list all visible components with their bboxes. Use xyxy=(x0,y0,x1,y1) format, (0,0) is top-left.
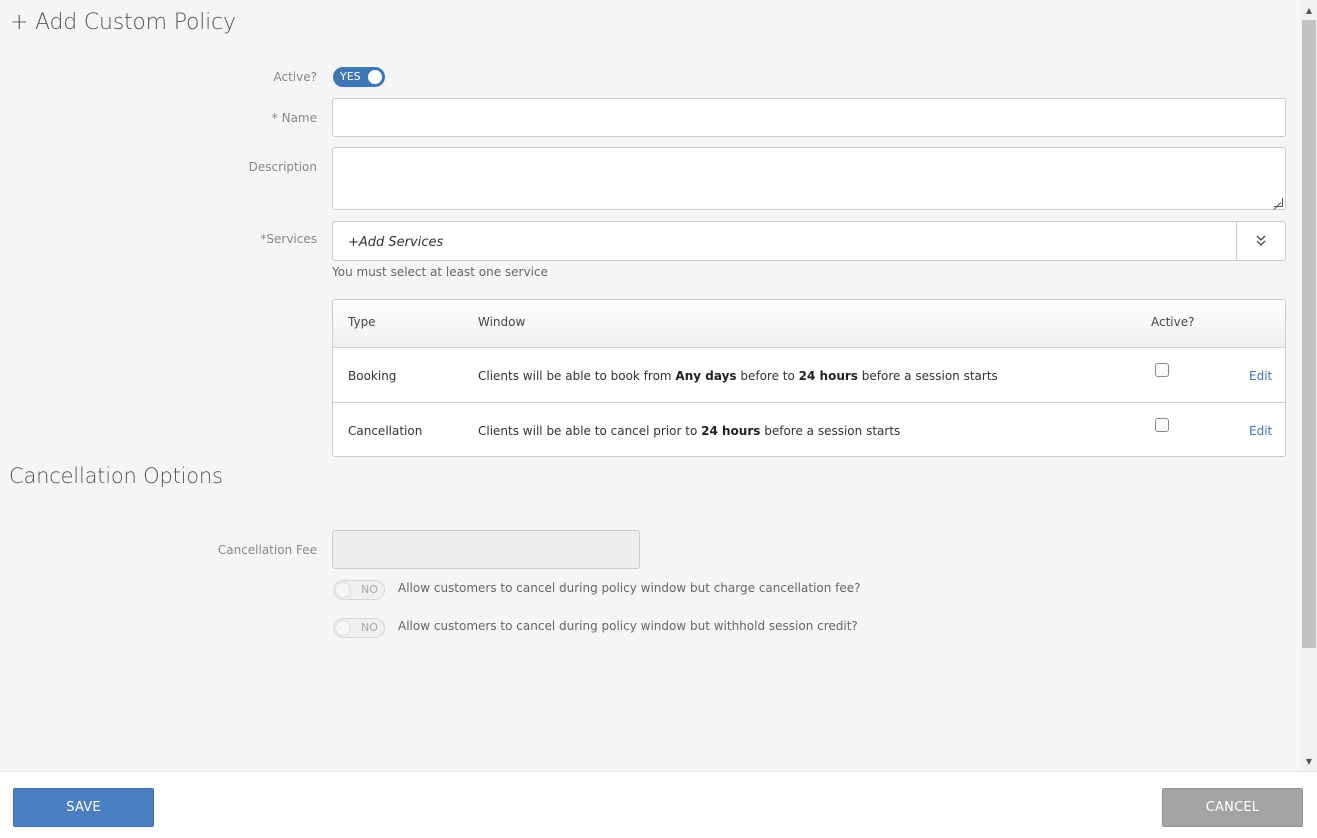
header-type: Type xyxy=(348,315,376,329)
description-label: Description xyxy=(248,160,317,174)
window-text: before to xyxy=(736,368,799,383)
cancellation-edit-link[interactable]: Edit xyxy=(1249,424,1272,438)
cancellation-active-checkbox[interactable] xyxy=(1155,418,1169,432)
row-type: Cancellation xyxy=(348,424,423,438)
charge-fee-toggle[interactable]: NO xyxy=(333,580,385,600)
table-row-cancellation: Cancellation Clients will be able to can… xyxy=(333,404,1285,456)
window-text: Clients will be able to cancel prior to xyxy=(478,424,702,438)
toggle-knob xyxy=(335,582,351,598)
double-chevron-down-svg xyxy=(1256,235,1266,246)
table-header: Type Window Active? xyxy=(333,300,1285,348)
window-text: before a session starts xyxy=(857,368,998,383)
cancellation-fee-field xyxy=(332,530,640,569)
window-text: before a session starts xyxy=(760,424,901,438)
resize-handle-icon[interactable] xyxy=(1274,198,1283,207)
scrollbar-thumb[interactable] xyxy=(1302,20,1316,648)
save-button[interactable]: SAVE xyxy=(13,788,154,827)
window-bold: 24 hours xyxy=(798,368,858,383)
active-label: Active? xyxy=(273,70,318,84)
page-title: + Add Custom Policy xyxy=(10,10,236,35)
window-bold: 24 hours xyxy=(701,424,761,438)
scroll-down-icon[interactable]: ▼ xyxy=(1301,753,1317,769)
cancel-button[interactable]: CANCEL xyxy=(1162,788,1303,827)
toggle-knob xyxy=(367,69,383,85)
row-window: Clients will be able to book from Any da… xyxy=(478,369,998,383)
cancellation-fee-label: Cancellation Fee xyxy=(217,543,317,557)
charge-fee-option-text: Allow customers to cancel during policy … xyxy=(398,581,861,595)
policy-window-table: Type Window Active? Booking Clients will… xyxy=(332,299,1286,457)
scroll-up-icon[interactable]: ▲ xyxy=(1301,2,1317,18)
withhold-credit-option-text: Allow customers to cancel during policy … xyxy=(398,619,858,633)
header-active: Active? xyxy=(1151,315,1195,329)
table-row-booking: Booking Clients will be able to book fro… xyxy=(333,349,1285,403)
services-select[interactable]: +Add Services xyxy=(332,221,1286,261)
services-hint: You must select at least one service xyxy=(332,265,548,279)
footer-bar: SAVE CANCEL xyxy=(0,771,1317,838)
row-window: Clients will be able to cancel prior to … xyxy=(478,424,900,438)
window-text: Clients will be able to book from xyxy=(478,368,676,383)
active-toggle[interactable]: YES xyxy=(333,67,385,87)
withhold-credit-toggle-label: NO xyxy=(361,621,378,634)
toggle-knob xyxy=(335,620,351,636)
cancellation-section-title: Cancellation Options xyxy=(9,464,223,488)
charge-fee-toggle-label: NO xyxy=(361,583,378,596)
services-placeholder: +Add Services xyxy=(348,235,444,250)
name-label: * Name xyxy=(271,111,317,125)
booking-active-checkbox[interactable] xyxy=(1155,363,1169,377)
booking-edit-link[interactable]: Edit xyxy=(1249,369,1272,383)
vertical-scrollbar[interactable]: ▲ ▼ xyxy=(1301,0,1317,771)
withhold-credit-toggle[interactable]: NO xyxy=(333,618,385,638)
policy-form: + Add Custom Policy Active? YES * Name D… xyxy=(0,0,1301,771)
active-toggle-label: YES xyxy=(340,70,361,83)
services-label: *Services xyxy=(260,232,317,246)
description-field[interactable] xyxy=(332,147,1286,210)
window-bold: Any days xyxy=(675,368,737,383)
header-window: Window xyxy=(478,315,526,329)
double-chevron-down-icon[interactable] xyxy=(1236,222,1285,260)
name-field[interactable] xyxy=(332,98,1286,137)
row-type: Booking xyxy=(348,368,397,383)
